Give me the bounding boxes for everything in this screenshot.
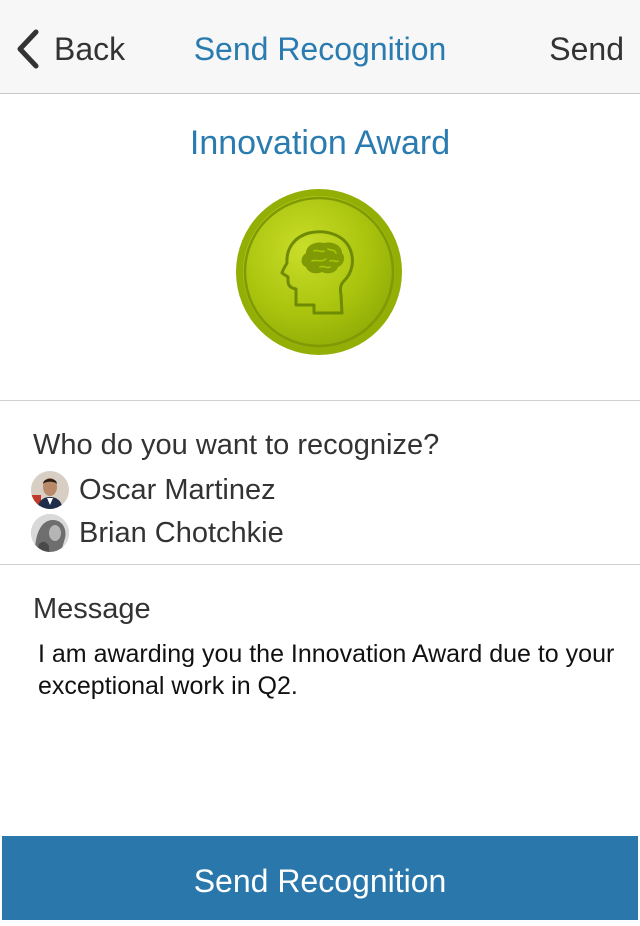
recipient-name: Oscar Martinez (79, 474, 276, 506)
send-recognition-button[interactable]: Send Recognition (2, 836, 638, 920)
send-nav-button[interactable]: Send (549, 26, 624, 72)
recipient-name: Brian Chotchkie (79, 517, 284, 549)
head-brain-icon (236, 189, 402, 355)
avatar (31, 471, 69, 509)
award-title: Innovation Award (189, 124, 451, 162)
back-label: Back (54, 31, 126, 67)
message-label: Message (33, 593, 151, 625)
divider (0, 400, 640, 401)
divider (0, 564, 640, 565)
chevron-left-icon (17, 29, 39, 69)
recipient-item[interactable]: Oscar Martinez (31, 470, 276, 510)
recipients-label: Who do you want to recognize? (33, 429, 440, 461)
award-badge (234, 187, 404, 357)
navigation-bar: Back Send Recognition Send (0, 0, 640, 94)
back-button[interactable]: Back (14, 26, 125, 72)
message-text-area[interactable]: I am awarding you the Innovation Award d… (38, 638, 618, 702)
recipient-item[interactable]: Brian Chotchkie (31, 513, 284, 553)
avatar (31, 514, 69, 552)
